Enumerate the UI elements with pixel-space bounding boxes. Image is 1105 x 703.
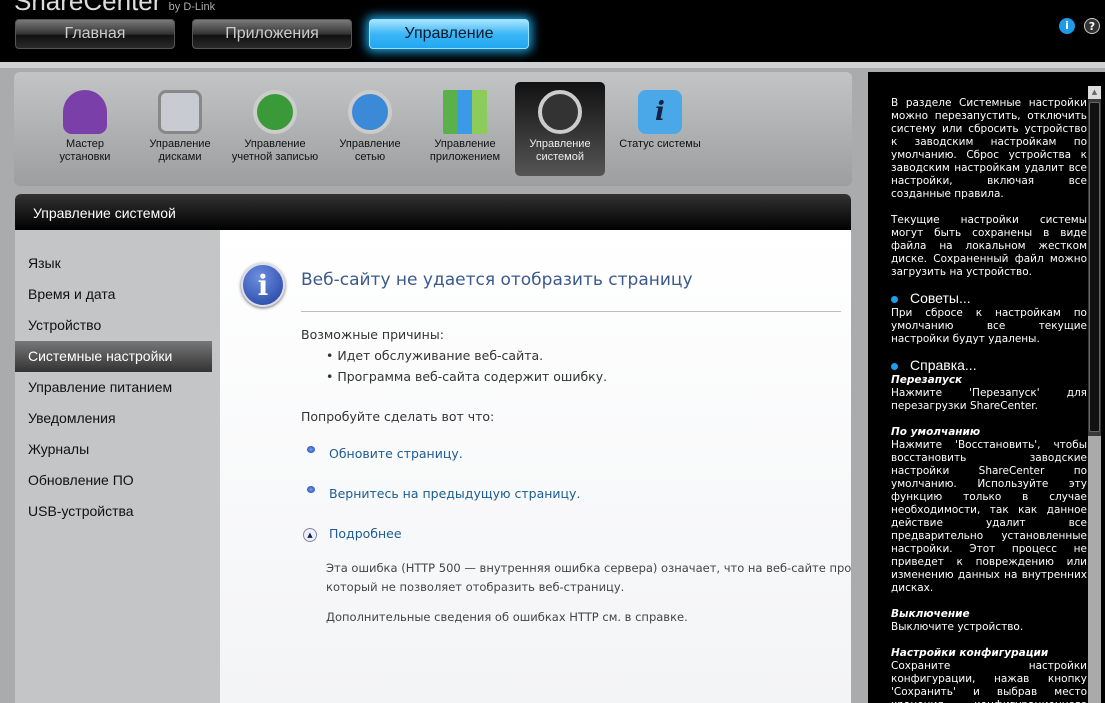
tool-setup-wizard[interactable]: Мастер установки	[40, 82, 130, 176]
tool-label: Управление сетью	[339, 138, 401, 163]
tool-label: Управление системой	[529, 138, 591, 163]
sidebar-item-system-settings[interactable]: Системные настройки	[15, 341, 212, 372]
causes-label: Возможные причины:	[301, 327, 444, 342]
sidebar-item-firmware[interactable]: Обновление ПО	[15, 465, 212, 496]
top-bar: ShareCenter by D-Link Главная Приложения…	[0, 0, 1105, 62]
scrollbar-thumb[interactable]	[1089, 102, 1100, 432]
section-text: Выключите устройство.	[891, 621, 1024, 633]
bullet-icon	[891, 295, 898, 303]
help-panel: В разделе Системные настройки можно пере…	[868, 72, 1105, 703]
tool-label: Управление учетной записью	[231, 138, 319, 163]
help-scrollbar[interactable]: ▲	[1088, 86, 1101, 703]
section-title: Перезапуск	[891, 374, 963, 386]
tool-label: Управление приложением	[429, 138, 501, 163]
sidebar: Язык Время и дата Устройство Системные н…	[15, 230, 212, 703]
tool-account-management[interactable]: Управление учетной записью	[230, 82, 320, 176]
help-section-shutdown: Выключение Выключите устройство.	[891, 608, 1087, 634]
error-page: i Веб-сайту не удается отобразить страни…	[220, 230, 851, 703]
section-title: Выключение	[891, 608, 970, 620]
section-text: Сохраните настройки конфигурации, нажав …	[891, 660, 1087, 703]
error-detail: Эта ошибка (HTTP 500 — внутренняя ошибка…	[326, 561, 851, 575]
section-text: Нажмите 'Восстановить', чтобы восстанови…	[891, 439, 1087, 594]
cause-item: • Идет обслуживание веб-сайта.	[326, 348, 544, 363]
sidebar-item-usb[interactable]: USB-устройства	[15, 496, 212, 527]
tool-system-management[interactable]: Управление системой	[515, 82, 605, 176]
help-section-restart: Перезапуск Нажмите 'Перезапуск' для перез…	[891, 374, 1087, 413]
info-icon: i	[241, 263, 285, 307]
logo-text: ShareCenter	[14, 0, 162, 16]
sidebar-item-logs[interactable]: Журналы	[15, 434, 212, 465]
help-intro-2: Текущие настройки системы могут быть сох…	[891, 214, 1087, 278]
logo-sub: by D-Link	[168, 1, 216, 13]
help-section-default: По умолчанию Нажмите 'Восстановить', чтоб…	[891, 426, 1087, 595]
help-icon[interactable]: ?	[1084, 18, 1100, 34]
tool-label: Управление дисками	[149, 138, 211, 163]
sidebar-item-device[interactable]: Устройство	[15, 310, 212, 341]
error-detail: который не позволяет отобразить веб-стра…	[326, 580, 625, 594]
refresh-link[interactable]: Обновите страницу.	[329, 446, 463, 461]
tips-title: Советы...	[910, 290, 971, 306]
help-intro: В разделе Системные настройки можно пере…	[891, 97, 1087, 200]
reference-title: Справка...	[910, 357, 977, 373]
section-title: По умолчанию	[891, 426, 981, 438]
reference-heading: Справка...	[891, 357, 1087, 373]
more-info-link[interactable]: Подробнее	[329, 526, 402, 541]
back-link[interactable]: Вернитесь на предыдущую страницу.	[329, 486, 580, 501]
panel-title: Управление системой	[15, 194, 851, 230]
disk-icon	[158, 90, 202, 134]
sidebar-item-time-date[interactable]: Время и дата	[15, 279, 212, 310]
section-title: Настройки конфигурации	[891, 647, 1049, 659]
network-icon	[348, 90, 392, 134]
bullet-icon	[307, 486, 315, 493]
tool-network-management[interactable]: Управление сетью	[325, 82, 415, 176]
chevron-up-icon[interactable]: ▲	[303, 528, 317, 542]
section-text: Нажмите 'Перезапуск' для перезагрузки Sh…	[891, 387, 1087, 412]
tips-text: При сбросе к настройкам по умолчанию все…	[891, 307, 1087, 345]
logo: ShareCenter by D-Link	[14, 0, 215, 17]
bullet-icon	[307, 446, 315, 453]
sidebar-item-language[interactable]: Язык	[15, 248, 212, 279]
divider	[0, 62, 1105, 68]
cause-item: • Программа веб-сайта содержит ошибку.	[326, 369, 608, 384]
wizard-icon	[63, 90, 107, 134]
tab-management[interactable]: Управление	[369, 19, 529, 49]
toolbar: Мастер установки Управление дисками Упра…	[14, 72, 852, 186]
tab-applications[interactable]: Приложения	[192, 19, 352, 49]
scroll-up-arrow-icon[interactable]: ▲	[1088, 86, 1101, 99]
bullet-icon	[891, 362, 898, 370]
info-icon[interactable]: i	[1059, 18, 1075, 34]
sidebar-item-notifications[interactable]: Уведомления	[15, 403, 212, 434]
error-title: Веб-сайту не удается отобразить страницу	[301, 270, 693, 290]
system-management-panel: Управление системой Язык Время и дата Ус…	[15, 194, 851, 703]
sidebar-item-power[interactable]: Управление питанием	[15, 372, 212, 403]
help-section-config: Настройки конфигурации Сохраните настройк…	[891, 647, 1087, 703]
divider	[301, 311, 841, 312]
tool-disk-management[interactable]: Управление дисками	[135, 82, 225, 176]
system-icon	[538, 90, 582, 134]
error-help-note: Дополнительные сведения об ошибках HTTP …	[326, 610, 688, 624]
tips-heading: Советы...	[891, 290, 1087, 306]
tab-home[interactable]: Главная	[15, 19, 175, 49]
tool-label: Мастер установки	[59, 138, 111, 163]
status-info-icon: i	[638, 90, 682, 134]
tool-label: Статус системы	[619, 138, 701, 150]
try-label: Попробуйте сделать вот что:	[301, 409, 495, 424]
tool-app-management[interactable]: Управление приложением	[420, 82, 510, 176]
scrollbar-track[interactable]	[1088, 436, 1101, 703]
tool-system-status[interactable]: i Статус системы	[610, 82, 710, 176]
user-account-icon	[253, 90, 297, 134]
applications-icon	[443, 90, 487, 134]
